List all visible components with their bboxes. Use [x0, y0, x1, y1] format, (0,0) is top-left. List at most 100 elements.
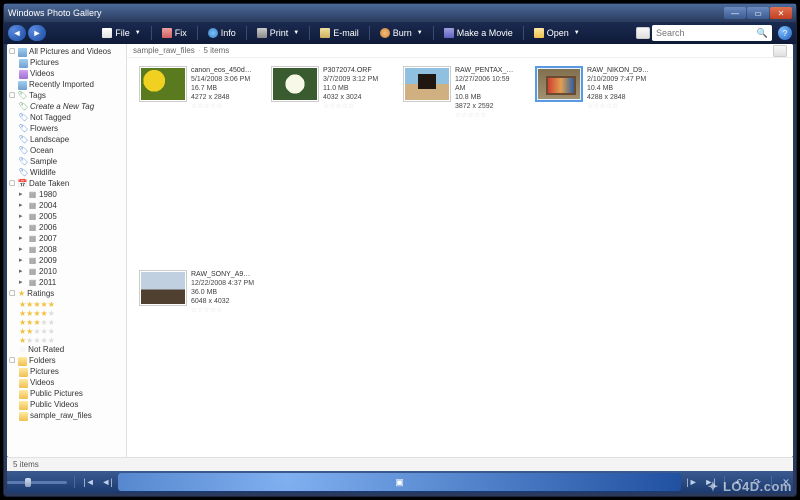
- item-dimensions: 4272 x 2848: [191, 93, 253, 102]
- tree-not-rated[interactable]: ☆Not Rated: [9, 345, 124, 356]
- thumbnail[interactable]: [139, 270, 187, 306]
- tree-not-tagged[interactable]: 🏷Not Tagged: [9, 113, 124, 124]
- prev-button[interactable]: |◄: [82, 475, 96, 489]
- info-button[interactable]: Info: [202, 26, 242, 40]
- close-button[interactable]: ✕: [770, 7, 792, 19]
- item-rating[interactable]: ☆☆☆☆☆: [191, 306, 254, 315]
- print-menu[interactable]: Print▼: [251, 26, 305, 40]
- tree-ratings[interactable]: ▢★Ratings: [9, 289, 124, 300]
- calendar-icon: ▦: [28, 191, 37, 200]
- tree-tag-item[interactable]: 🏷Ocean: [9, 146, 124, 157]
- tree-folder-item[interactable]: Public Pictures: [9, 389, 124, 400]
- tree-date-taken[interactable]: ▢📅Date Taken: [9, 179, 124, 190]
- gallery-item[interactable]: RAW_NIKON_D90.NEF 2/10/2009 7:47 PM 10.4…: [535, 66, 651, 111]
- print-icon: [257, 28, 267, 38]
- back-button[interactable]: ◄: [8, 25, 26, 41]
- tree-tag-item[interactable]: 🏷Wildlife: [9, 168, 124, 179]
- tree-year-item[interactable]: ▸▦2010: [9, 267, 124, 278]
- item-rating[interactable]: ☆☆☆☆☆: [191, 102, 253, 111]
- zoom-slider[interactable]: [7, 481, 67, 484]
- thumbnail[interactable]: [139, 66, 187, 102]
- content-area: ▢All Pictures and Videos Pictures Videos…: [7, 44, 793, 457]
- slideshow-button[interactable]: ▣: [118, 473, 681, 491]
- rotate-cw-button[interactable]: ↷: [750, 475, 764, 489]
- tree-year-item[interactable]: ▸▦2007: [9, 234, 124, 245]
- thumbnail-image: [538, 69, 580, 99]
- gallery-item[interactable]: RAW_SONY_A900.ARW 12/22/2008 4:37 PM 36.…: [139, 270, 255, 315]
- titlebar: Windows Photo Gallery — ▭ ✕: [4, 4, 796, 22]
- tree-videos[interactable]: Videos: [9, 69, 124, 80]
- tree-tags[interactable]: ▢🏷Tags: [9, 91, 124, 102]
- item-rating[interactable]: ☆☆☆☆☆: [587, 102, 649, 111]
- make-movie-button[interactable]: Make a Movie: [438, 26, 519, 40]
- help-button[interactable]: ?: [778, 26, 792, 40]
- tree-folder-item[interactable]: Videos: [9, 378, 124, 389]
- file-menu[interactable]: File▼: [96, 26, 146, 40]
- videos-icon: [19, 70, 28, 79]
- burn-menu[interactable]: Burn▼: [374, 26, 429, 40]
- tree-recently-imported[interactable]: Recently Imported: [9, 80, 124, 91]
- tree-tag-item[interactable]: 🏷Sample: [9, 157, 124, 168]
- slider-handle[interactable]: [25, 478, 31, 487]
- fix-button[interactable]: Fix: [156, 26, 193, 40]
- group-by-button[interactable]: [773, 45, 787, 57]
- item-filename: canon_eos_450d_04.cr2: [191, 66, 253, 75]
- gallery-item[interactable]: RAW_PENTAX_K10D_SR… 12/27/2006 10:59 AM …: [403, 66, 519, 120]
- next-button[interactable]: ►|: [703, 475, 717, 489]
- tree-rating-4[interactable]: ★★★★★: [9, 309, 124, 318]
- tree-folder-item[interactable]: sample_raw_files: [9, 411, 124, 422]
- breadcrumb-path[interactable]: sample_raw_files: [133, 46, 195, 55]
- tree-rating-3[interactable]: ★★★★★: [9, 318, 124, 327]
- item-rating[interactable]: ☆☆☆☆☆: [455, 111, 519, 120]
- minimize-button[interactable]: —: [724, 7, 746, 19]
- tree-tag-item[interactable]: 🏷Landscape: [9, 135, 124, 146]
- tree-tag-item[interactable]: 🏷Flowers: [9, 124, 124, 135]
- gallery-item[interactable]: P3072074.ORF 3/7/2009 3:12 PM 11.0 MB 40…: [271, 66, 387, 111]
- folder-icon: [19, 412, 28, 421]
- tree-rating-1[interactable]: ★★★★★: [9, 336, 124, 345]
- tag-icon: 🏷: [19, 158, 28, 167]
- rotate-ccw-button[interactable]: ↶: [732, 475, 746, 489]
- item-size: 36.0 MB: [191, 288, 254, 297]
- tree-year-item[interactable]: ▸▦2009: [9, 256, 124, 267]
- item-filename: P3072074.ORF: [323, 66, 378, 75]
- forward-button[interactable]: ►: [28, 25, 46, 41]
- item-metadata: P3072074.ORF 3/7/2009 3:12 PM 11.0 MB 40…: [323, 66, 378, 111]
- tree-rating-2[interactable]: ★★★★★: [9, 327, 124, 336]
- tree-year-item[interactable]: ▸▦2005: [9, 212, 124, 223]
- status-text: 5 items: [13, 460, 39, 469]
- tree-folder-item[interactable]: Public Videos: [9, 400, 124, 411]
- delete-button[interactable]: ✕: [779, 475, 793, 489]
- item-rating[interactable]: ☆☆☆☆☆: [323, 102, 378, 111]
- tag-icon: 🏷: [19, 136, 28, 145]
- maximize-button[interactable]: ▭: [747, 7, 769, 19]
- tree-year-item[interactable]: ▸▦2008: [9, 245, 124, 256]
- tree-create-tag[interactable]: 🏷Create a New Tag: [9, 102, 124, 113]
- search-box[interactable]: 🔍: [652, 25, 772, 41]
- folder-icon: [19, 401, 28, 410]
- tree-pictures[interactable]: Pictures: [9, 58, 124, 69]
- tree-rating-5[interactable]: ★★★★★: [9, 300, 124, 309]
- email-button[interactable]: E-mail: [314, 26, 365, 40]
- tree-year-item[interactable]: ▸▦2004: [9, 201, 124, 212]
- tree-all-pictures[interactable]: ▢All Pictures and Videos: [9, 47, 124, 58]
- gallery-item[interactable]: canon_eos_450d_04.cr2 5/14/2008 3:06 PM …: [139, 66, 255, 111]
- tree-folders[interactable]: ▢Folders: [9, 356, 124, 367]
- view-options-button[interactable]: [636, 27, 650, 39]
- tree-year-item[interactable]: ▸▦2006: [9, 223, 124, 234]
- tree-year-item[interactable]: ▸▦2011: [9, 278, 124, 289]
- tree-folder-item[interactable]: Pictures: [9, 367, 124, 378]
- thumbnail[interactable]: [403, 66, 451, 102]
- thumbnail-gallery[interactable]: canon_eos_450d_04.cr2 5/14/2008 3:06 PM …: [127, 58, 793, 457]
- step-back-button[interactable]: ◄|: [100, 475, 114, 489]
- item-dimensions: 6048 x 4032: [191, 297, 254, 306]
- search-input[interactable]: [656, 28, 757, 38]
- tree-year-item[interactable]: ▸▦1980: [9, 190, 124, 201]
- thumbnail[interactable]: [535, 66, 583, 102]
- movie-icon: [444, 28, 454, 38]
- item-date: 12/22/2008 4:37 PM: [191, 279, 254, 288]
- thumbnail[interactable]: [271, 66, 319, 102]
- open-menu[interactable]: Open▼: [528, 26, 586, 40]
- breadcrumb-bar: sample_raw_files · 5 items: [127, 44, 793, 58]
- step-fwd-button[interactable]: |►: [685, 475, 699, 489]
